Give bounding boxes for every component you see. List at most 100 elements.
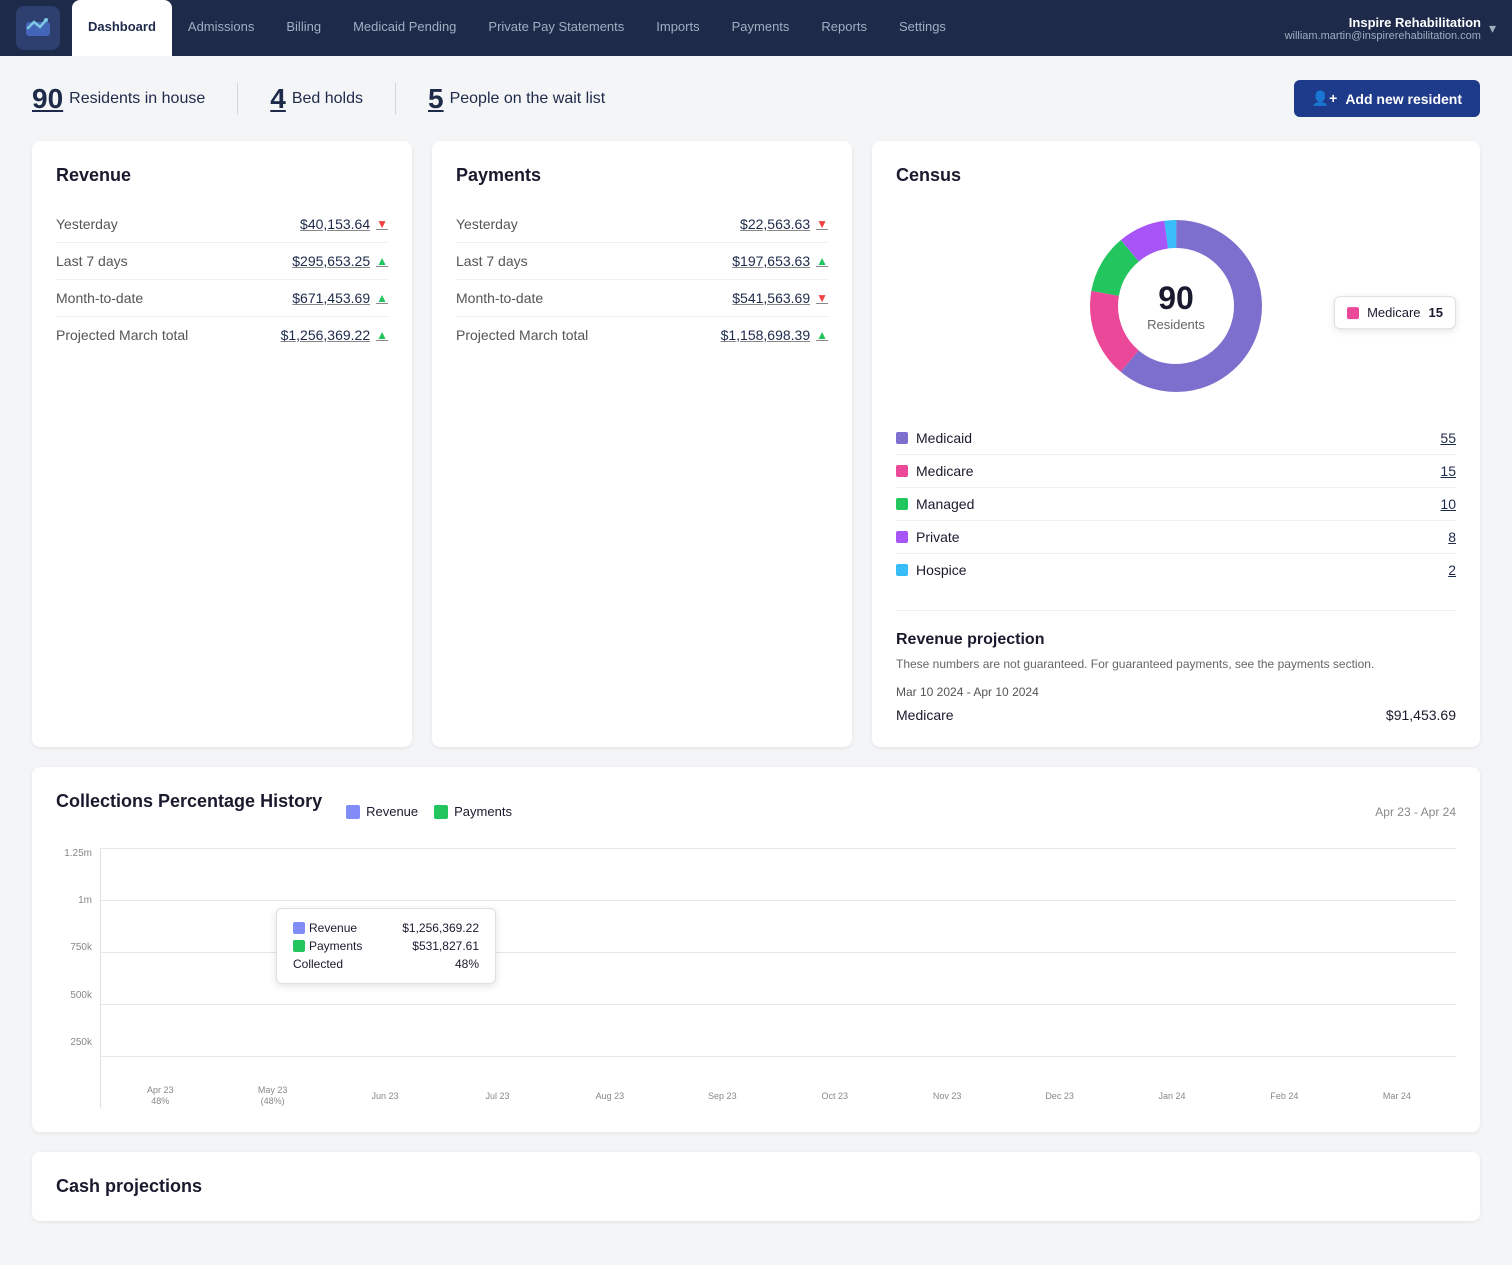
payments-7days-value[interactable]: $197,653.63 ▲: [732, 253, 828, 269]
nav-settings[interactable]: Settings: [883, 0, 962, 56]
census-total: 90: [1147, 280, 1205, 317]
arrow-up-icon-2: ▲: [376, 291, 388, 305]
rev-proj-medicare-row: Medicare $91,453.69: [896, 707, 1456, 723]
revenue-title: Revenue: [56, 165, 388, 186]
bed-holds-stat[interactable]: 4 Bed holds: [270, 83, 396, 115]
revenue-mtd-value[interactable]: $671,453.69 ▲: [292, 290, 388, 306]
tooltip-collected-value: 48%: [455, 957, 479, 971]
bed-holds-label: Bed holds: [292, 90, 363, 108]
x-label: Jun 23: [330, 1091, 440, 1102]
tooltip-value: 15: [1429, 305, 1443, 320]
medicare-count[interactable]: 15: [1440, 463, 1456, 479]
medicaid-dot: [896, 432, 908, 444]
revenue-yesterday: Yesterday $40,153.64 ▼: [56, 206, 388, 243]
tooltip-collected-label: Collected: [293, 957, 343, 971]
user-menu[interactable]: Inspire Rehabilitation william.martin@in…: [1285, 15, 1496, 42]
y-label-125m: 1.25m: [56, 848, 92, 859]
private-label: Private: [916, 529, 960, 545]
nav-dashboard[interactable]: Dashboard: [72, 0, 172, 56]
arrow-down-icon-p: ▼: [816, 217, 828, 231]
x-label: Oct 23: [780, 1091, 890, 1102]
user-name: Inspire Rehabilitation: [1285, 15, 1481, 30]
app-logo: [16, 6, 60, 50]
census-card: Census: [872, 141, 1480, 747]
x-label: Feb 24: [1229, 1091, 1339, 1102]
payments-projected-value[interactable]: $1,158,698.39 ▲: [721, 327, 828, 343]
revenue-mtd: Month-to-date $671,453.69 ▲: [56, 280, 388, 317]
nav-admissions[interactable]: Admissions: [172, 0, 270, 56]
payments-swatch: [434, 805, 448, 819]
wait-list-stat[interactable]: 5 People on the wait list: [428, 83, 637, 115]
chart-container: 1.25m 1m 750k 500k 250k: [56, 848, 1456, 1108]
tooltip-label: Medicare: [1367, 305, 1420, 320]
revenue-projected: Projected March total $1,256,369.22 ▲: [56, 317, 388, 353]
census-chart-area: 90 Residents Medicare 15: [896, 206, 1456, 406]
tooltip-collected-row: Collected 48%: [293, 957, 479, 971]
payments-mtd-label: Month-to-date: [456, 290, 543, 306]
nav-imports[interactable]: Imports: [640, 0, 715, 56]
y-label-250k: 250k: [56, 1037, 92, 1048]
nav-reports[interactable]: Reports: [805, 0, 883, 56]
x-label: Jan 24: [1117, 1091, 1227, 1102]
private-count[interactable]: 8: [1448, 529, 1456, 545]
chart-date-range: Apr 23 - Apr 24: [1375, 805, 1456, 819]
chart-legend: Revenue Payments: [346, 804, 512, 819]
payments-7days-label: Last 7 days: [456, 253, 528, 269]
payments-7days: Last 7 days $197,653.63 ▲: [456, 243, 828, 280]
rev-proj-desc: These numbers are not guaranteed. For gu…: [896, 655, 1456, 673]
nav-billing[interactable]: Billing: [270, 0, 337, 56]
y-axis: 1.25m 1m 750k 500k 250k: [56, 848, 100, 1108]
payments-card: Payments Yesterday $22,563.63 ▼ Last 7 d…: [432, 141, 852, 747]
y-label-500k: 500k: [56, 990, 92, 1001]
nav-private-pay[interactable]: Private Pay Statements: [472, 0, 640, 56]
census-tooltip: Medicare 15: [1334, 296, 1456, 329]
cash-projections-card: Cash projections: [32, 1152, 1480, 1221]
revenue-yesterday-label: Yesterday: [56, 216, 118, 232]
wait-list-count: 5: [428, 83, 444, 115]
medicaid-count[interactable]: 55: [1440, 430, 1456, 446]
payments-projected-label: Projected March total: [456, 327, 588, 343]
census-title: Census: [896, 165, 1456, 186]
y-label-750k: 750k: [56, 942, 92, 953]
chart-header: Collections Percentage History Revenue P…: [56, 791, 1456, 832]
managed-count[interactable]: 10: [1440, 496, 1456, 512]
x-label: Sep 23: [667, 1091, 777, 1102]
revenue-yesterday-value[interactable]: $40,153.64 ▼: [300, 216, 388, 232]
payments-projected: Projected March total $1,158,698.39 ▲: [456, 317, 828, 353]
tooltip-revenue-label: Revenue: [293, 921, 357, 935]
nav-items: Dashboard Admissions Billing Medicaid Pe…: [72, 0, 1285, 56]
payments-yesterday-label: Yesterday: [456, 216, 518, 232]
nav-payments[interactable]: Payments: [716, 0, 806, 56]
add-resident-button[interactable]: 👤+ Add new resident: [1294, 80, 1480, 117]
cards-row-2: Collections Percentage History Revenue P…: [32, 767, 1480, 1132]
payments-mtd: Month-to-date $541,563.69 ▼: [456, 280, 828, 317]
revenue-mtd-label: Month-to-date: [56, 290, 143, 306]
add-resident-label: Add new resident: [1345, 91, 1462, 107]
x-label: Jul 23: [442, 1091, 552, 1102]
hospice-dot: [896, 564, 908, 576]
payments-yesterday-value[interactable]: $22,563.63 ▼: [740, 216, 828, 232]
payments-legend-item: Payments: [434, 804, 512, 819]
cards-row-1: Revenue Yesterday $40,153.64 ▼ Last 7 da…: [32, 141, 1480, 747]
census-legend: Medicaid 55 Medicare 15 Managed: [896, 422, 1456, 586]
residents-stat[interactable]: 90 Residents in house: [32, 83, 238, 115]
residents-label: Residents in house: [69, 90, 205, 108]
revenue-card: Revenue Yesterday $40,153.64 ▼ Last 7 da…: [32, 141, 412, 747]
hospice-count[interactable]: 2: [1448, 562, 1456, 578]
chart-tooltip: Revenue $1,256,369.22 Payments $531,827.…: [276, 908, 496, 984]
medicaid-label: Medicaid: [916, 430, 972, 446]
revenue-7days-value[interactable]: $295,653.25 ▲: [292, 253, 388, 269]
payments-mtd-value[interactable]: $541,563.69 ▼: [732, 290, 828, 306]
cards-row-3: Cash projections: [32, 1152, 1480, 1221]
arrow-up-icon-p2: ▲: [816, 328, 828, 342]
nav-medicaid-pending[interactable]: Medicaid Pending: [337, 0, 472, 56]
main-content: 90 Residents in house 4 Bed holds 5 Peop…: [0, 56, 1512, 1265]
arrow-up-icon-3: ▲: [376, 328, 388, 342]
revenue-projected-value[interactable]: $1,256,369.22 ▲: [281, 327, 388, 343]
tooltip-payments-row: Payments $531,827.61: [293, 939, 479, 953]
x-label: Aug 23: [555, 1091, 665, 1102]
collections-card: Collections Percentage History Revenue P…: [32, 767, 1480, 1132]
collections-title: Collections Percentage History: [56, 791, 322, 812]
payments-yesterday: Yesterday $22,563.63 ▼: [456, 206, 828, 243]
legend-hospice: Hospice 2: [896, 554, 1456, 586]
